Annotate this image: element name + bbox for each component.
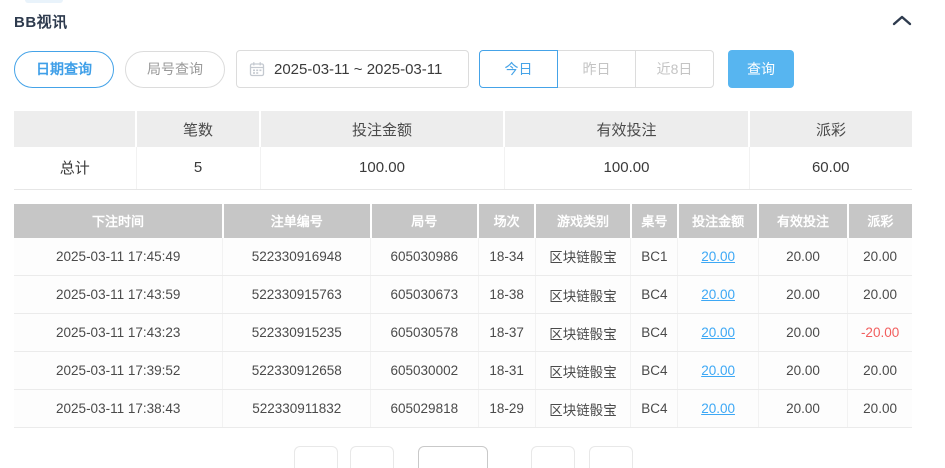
pagination-prev-button[interactable] [294,446,338,468]
bet-id: 522330916948 [223,238,371,276]
panel-header: BB视讯 [14,0,912,38]
session: 18-37 [478,314,535,352]
bet-time: 2025-03-11 17:39:52 [14,352,223,390]
round-no: 605029818 [371,390,478,428]
session: 18-31 [478,352,535,390]
summary-total-label: 总计 [14,147,136,189]
valid-bet: 20.00 [758,352,847,390]
col-round-no: 局号 [371,204,478,238]
valid-bet: 20.00 [758,390,847,428]
bet-time: 2025-03-11 17:43:59 [14,276,223,314]
tab-date-query[interactable]: 日期查询 [14,51,114,88]
col-game-type: 游戏类别 [535,204,630,238]
bet-amount-link[interactable]: 20.00 [701,363,735,378]
col-valid-bet: 有效投注 [758,204,847,238]
bet-id: 522330915763 [223,276,371,314]
table-row: 2025-03-11 17:43:23 522330915235 6050305… [14,314,912,352]
payout: 20.00 [848,238,912,276]
pagination-page-button[interactable] [350,446,394,468]
summary-header-bet-amount: 投注金额 [260,111,504,147]
pagination-next-button[interactable] [531,446,575,468]
bet-time: 2025-03-11 17:43:23 [14,314,223,352]
table-row: 2025-03-11 17:38:43 522330911832 6050298… [14,390,912,428]
summary-header-blank [14,111,136,147]
summary-payout-value: 60.00 [749,147,912,189]
table-row: 2025-03-11 17:43:59 522330915763 6050306… [14,276,912,314]
col-bet-amount: 投注金额 [678,204,758,238]
table-row: 2025-03-11 17:45:49 522330916948 6050309… [14,238,912,276]
quick-range-yesterday[interactable]: 昨日 [557,50,636,88]
summary-total-row: 总计 5 100.00 100.00 60.00 [14,147,912,189]
col-bet-time: 下注时间 [14,204,223,238]
quick-range-today[interactable]: 今日 [479,50,558,88]
valid-bet: 20.00 [758,238,847,276]
summary-header-payout: 派彩 [749,111,912,147]
panel-title: BB视讯 [14,11,68,32]
table-no: BC4 [631,352,678,390]
bet-amount-link[interactable]: 20.00 [701,287,735,302]
bb-video-panel: BB视讯 日期查询 局号查询 [14,0,912,468]
pagination [14,446,912,468]
game-type: 区块链骰宝 [535,276,630,314]
payout: 20.00 [848,352,912,390]
payout: -20.00 [848,314,912,352]
bet-id: 522330915235 [223,314,371,352]
col-table-no: 桌号 [631,204,678,238]
bet-amount-link[interactable]: 20.00 [701,401,735,416]
clipped-element-remnant [25,0,63,3]
session: 18-38 [478,276,535,314]
bet-amount-link[interactable]: 20.00 [701,325,735,340]
calendar-icon [249,61,265,77]
date-range-picker[interactable]: 2025-03-11 ~ 2025-03-11 [236,50,469,88]
valid-bet: 20.00 [758,276,847,314]
summary-table: 笔数 投注金额 有效投注 派彩 总计 5 100.00 100.00 60.00 [14,111,912,190]
valid-bet: 20.00 [758,314,847,352]
summary-header-row: 笔数 投注金额 有效投注 派彩 [14,111,912,147]
summary-header-valid-bet: 有效投注 [504,111,749,147]
search-button[interactable]: 查询 [728,50,794,88]
table-no: BC4 [631,390,678,428]
records-header-row: 下注时间 注单编号 局号 场次 游戏类别 桌号 投注金额 有效投注 派彩 [14,204,912,238]
game-type: 区块链骰宝 [535,314,630,352]
bet-id: 522330912658 [223,352,371,390]
summary-count-value: 5 [136,147,260,189]
tab-round-query[interactable]: 局号查询 [125,51,225,88]
bet-time: 2025-03-11 17:38:43 [14,390,223,428]
bet-id: 522330911832 [223,390,371,428]
round-no: 605030002 [371,352,478,390]
summary-header-count: 笔数 [136,111,260,147]
bet-amount-link[interactable]: 20.00 [701,249,735,264]
game-type: 区块链骰宝 [535,390,630,428]
quick-range-last8days[interactable]: 近8日 [635,50,714,88]
pagination-page-select[interactable] [418,446,488,468]
bet-records-table: 下注时间 注单编号 局号 场次 游戏类别 桌号 投注金额 有效投注 派彩 202… [14,204,912,429]
summary-valid-bet-value: 100.00 [504,147,749,189]
round-no: 605030673 [371,276,478,314]
collapse-panel-button[interactable] [888,12,916,31]
quick-range-group: 今日 昨日 近8日 [479,50,714,88]
round-no: 605030986 [371,238,478,276]
table-row: 2025-03-11 17:39:52 522330912658 6050300… [14,352,912,390]
session: 18-34 [478,238,535,276]
payout: 20.00 [848,276,912,314]
payout: 20.00 [848,390,912,428]
game-type: 区块链骰宝 [535,352,630,390]
bet-time: 2025-03-11 17:45:49 [14,238,223,276]
col-payout: 派彩 [848,204,912,238]
table-no: BC4 [631,276,678,314]
game-type: 区块链骰宝 [535,238,630,276]
date-range-value: 2025-03-11 ~ 2025-03-11 [274,61,442,78]
table-no: BC1 [631,238,678,276]
chevron-up-icon [892,14,912,29]
col-session: 场次 [478,204,535,238]
summary-bet-amount-value: 100.00 [260,147,504,189]
session: 18-29 [478,390,535,428]
pagination-last-button[interactable] [589,446,633,468]
table-no: BC4 [631,314,678,352]
col-bet-id: 注单编号 [223,204,371,238]
filter-toolbar: 日期查询 局号查询 2025-03-11 ~ 2025-03-11 今日 [14,50,912,88]
round-no: 605030578 [371,314,478,352]
